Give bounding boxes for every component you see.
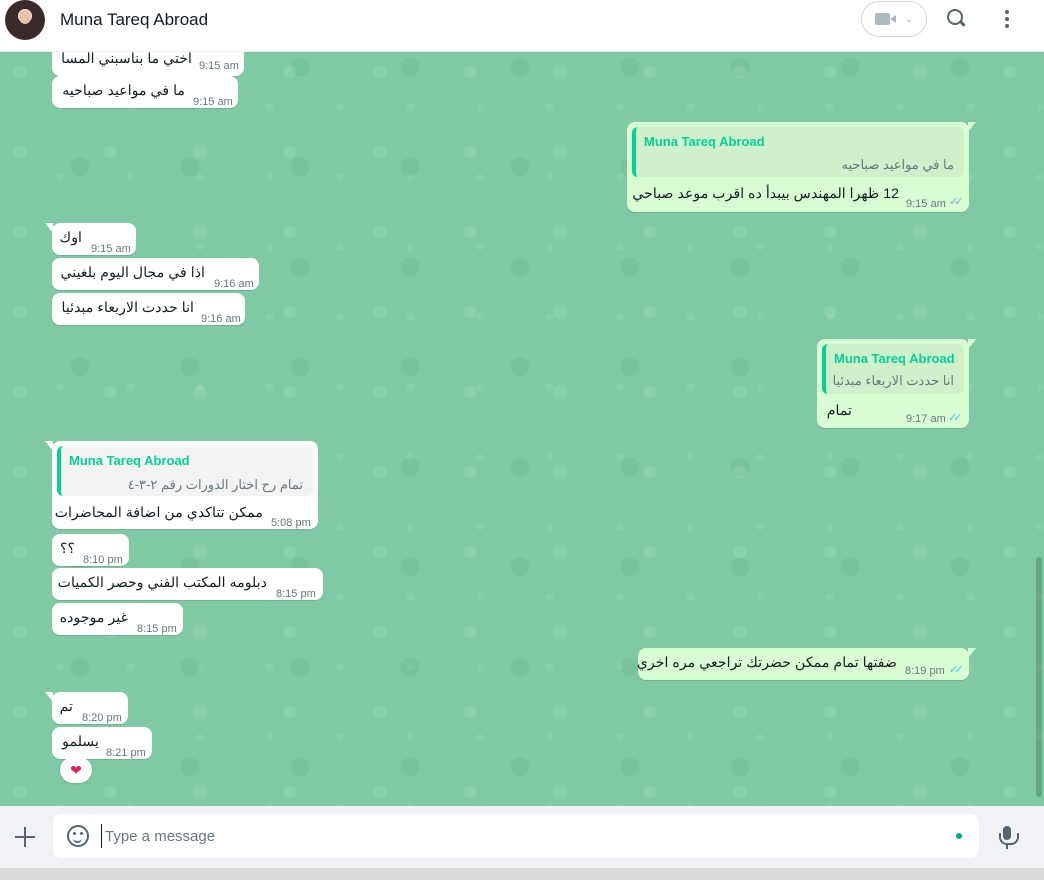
status-dot-icon xyxy=(956,833,962,839)
read-ticks-icon: ✓✓ xyxy=(948,412,963,424)
quoted-message[interactable]: Muna Tareq Abroad انا حددت الاربعاء مبدئ… xyxy=(822,344,964,394)
chat-scrollbar[interactable] xyxy=(1036,557,1042,797)
message-text: انا حددت الاربعاء مبدئيا xyxy=(61,300,194,316)
message-input[interactable] xyxy=(101,824,941,848)
message-text: ما في مواعيد صباحيه xyxy=(62,83,185,99)
message-time: 8:20 pm xyxy=(82,712,122,724)
read-ticks-icon: ✓✓ xyxy=(949,196,964,208)
read-ticks-icon: ✓✓ xyxy=(949,664,964,676)
message-text: ؟؟ xyxy=(59,541,75,557)
message-time: 8:15 pm xyxy=(137,623,177,635)
quoted-message[interactable]: Muna Tareq Abroad تمام رح اختار الدورات … xyxy=(57,446,313,496)
message-incoming[interactable]: اختي ما بناسبني المسا 9:15 am xyxy=(52,52,244,76)
message-time: 9:16 am xyxy=(201,313,241,325)
message-outgoing[interactable]: ضفتها تمام ممكن حضرتك تراجعي مره اخري 8:… xyxy=(636,648,976,680)
whatsapp-window: Muna Tareq Abroad ⌄ اختي ما بناسبني المس… xyxy=(0,0,1044,880)
message-time: 9:15 am xyxy=(193,96,233,108)
message-incoming[interactable]: غير موجوده 8:15 pm xyxy=(52,603,183,635)
message-text: اذا في مجال اليوم بلغيني xyxy=(60,265,205,281)
contact-avatar[interactable] xyxy=(5,0,45,40)
message-time: 8:21 pm xyxy=(106,747,146,759)
message-incoming[interactable]: اوك 9:15 am xyxy=(45,223,136,255)
message-text: ضفتها تمام ممكن حضرتك تراجعي مره اخري xyxy=(636,655,897,671)
message-time: 9:15 am xyxy=(906,198,946,210)
message-time: 8:19 pm xyxy=(905,665,945,677)
quoted-author: Muna Tareq Abroad xyxy=(834,351,955,366)
contact-name[interactable]: Muna Tareq Abroad xyxy=(60,10,208,30)
message-time: 8:15 pm xyxy=(276,588,316,600)
message-list[interactable]: اختي ما بناسبني المسا 9:15 am ما في مواع… xyxy=(0,52,1044,806)
message-outgoing[interactable]: Muna Tareq Abroad ما في مواعيد صباحيه 12… xyxy=(627,122,976,212)
video-call-button[interactable]: ⌄ xyxy=(861,1,927,37)
quoted-message[interactable]: Muna Tareq Abroad ما في مواعيد صباحيه xyxy=(632,127,964,177)
message-incoming[interactable]: دبلومه المكتب الفني وحصر الكميات 8:15 pm xyxy=(52,568,323,600)
quoted-author: Muna Tareq Abroad xyxy=(69,453,190,468)
message-input-box[interactable] xyxy=(53,814,979,858)
search-icon[interactable] xyxy=(946,8,968,30)
heart-reaction[interactable]: ❤ xyxy=(60,757,92,783)
sticker-icon[interactable] xyxy=(67,825,89,847)
message-text: دبلومه المكتب الفني وحصر الكميات xyxy=(57,575,267,591)
message-incoming[interactable]: ؟؟ 8:10 pm xyxy=(52,534,129,566)
message-incoming[interactable]: يسلمو 8:21 pm xyxy=(52,727,152,759)
message-text: اوك xyxy=(59,230,83,246)
quoted-author: Muna Tareq Abroad xyxy=(644,134,765,149)
message-time: 5:08 pm xyxy=(271,517,311,529)
window-bottom-edge xyxy=(0,868,1044,880)
chevron-down-icon: ⌄ xyxy=(904,13,914,25)
message-text: تم xyxy=(59,699,73,715)
quoted-text: ما في مواعيد صباحيه xyxy=(841,157,954,172)
message-time: 9:17 am xyxy=(906,413,946,425)
message-text: تمام xyxy=(826,403,852,419)
message-time: 9:16 am xyxy=(214,278,254,290)
message-incoming[interactable]: اذا في مجال اليوم بلغيني 9:16 am xyxy=(52,258,259,290)
message-text: ممكن تتاكدي من اضافة المحاضرات xyxy=(54,505,263,521)
message-text: 12 ظهرا المهندس بيبدأ ده اقرب موعد صباحي xyxy=(632,186,899,202)
message-text: غير موجوده xyxy=(59,610,128,626)
message-incoming[interactable]: Muna Tareq Abroad تمام رح اختار الدورات … xyxy=(45,441,318,529)
message-time: 9:15 am xyxy=(199,60,239,72)
menu-icon[interactable] xyxy=(1000,8,1014,30)
message-time: 9:15 am xyxy=(91,243,131,255)
message-text: يسلمو xyxy=(62,734,99,750)
composer-bar xyxy=(0,806,1044,872)
plus-icon[interactable] xyxy=(14,826,36,848)
message-incoming[interactable]: ما في مواعيد صباحيه 9:15 am xyxy=(52,76,238,108)
chat-header: Muna Tareq Abroad ⌄ xyxy=(0,0,1044,52)
message-text: اختي ما بناسبني المسا xyxy=(61,52,192,67)
quoted-text: انا حددت الاربعاء مبدئيا xyxy=(832,373,954,388)
video-camera-icon xyxy=(874,12,897,26)
quoted-text: تمام رح اختار الدورات رقم ٢-٣-٤ xyxy=(127,477,303,492)
message-incoming[interactable]: تم 8:20 pm xyxy=(45,692,128,724)
message-incoming[interactable]: انا حددت الاربعاء مبدئيا 9:16 am xyxy=(52,293,245,325)
microphone-stand-icon xyxy=(1006,843,1008,849)
message-outgoing[interactable]: Muna Tareq Abroad انا حددت الاربعاء مبدئ… xyxy=(817,339,976,428)
